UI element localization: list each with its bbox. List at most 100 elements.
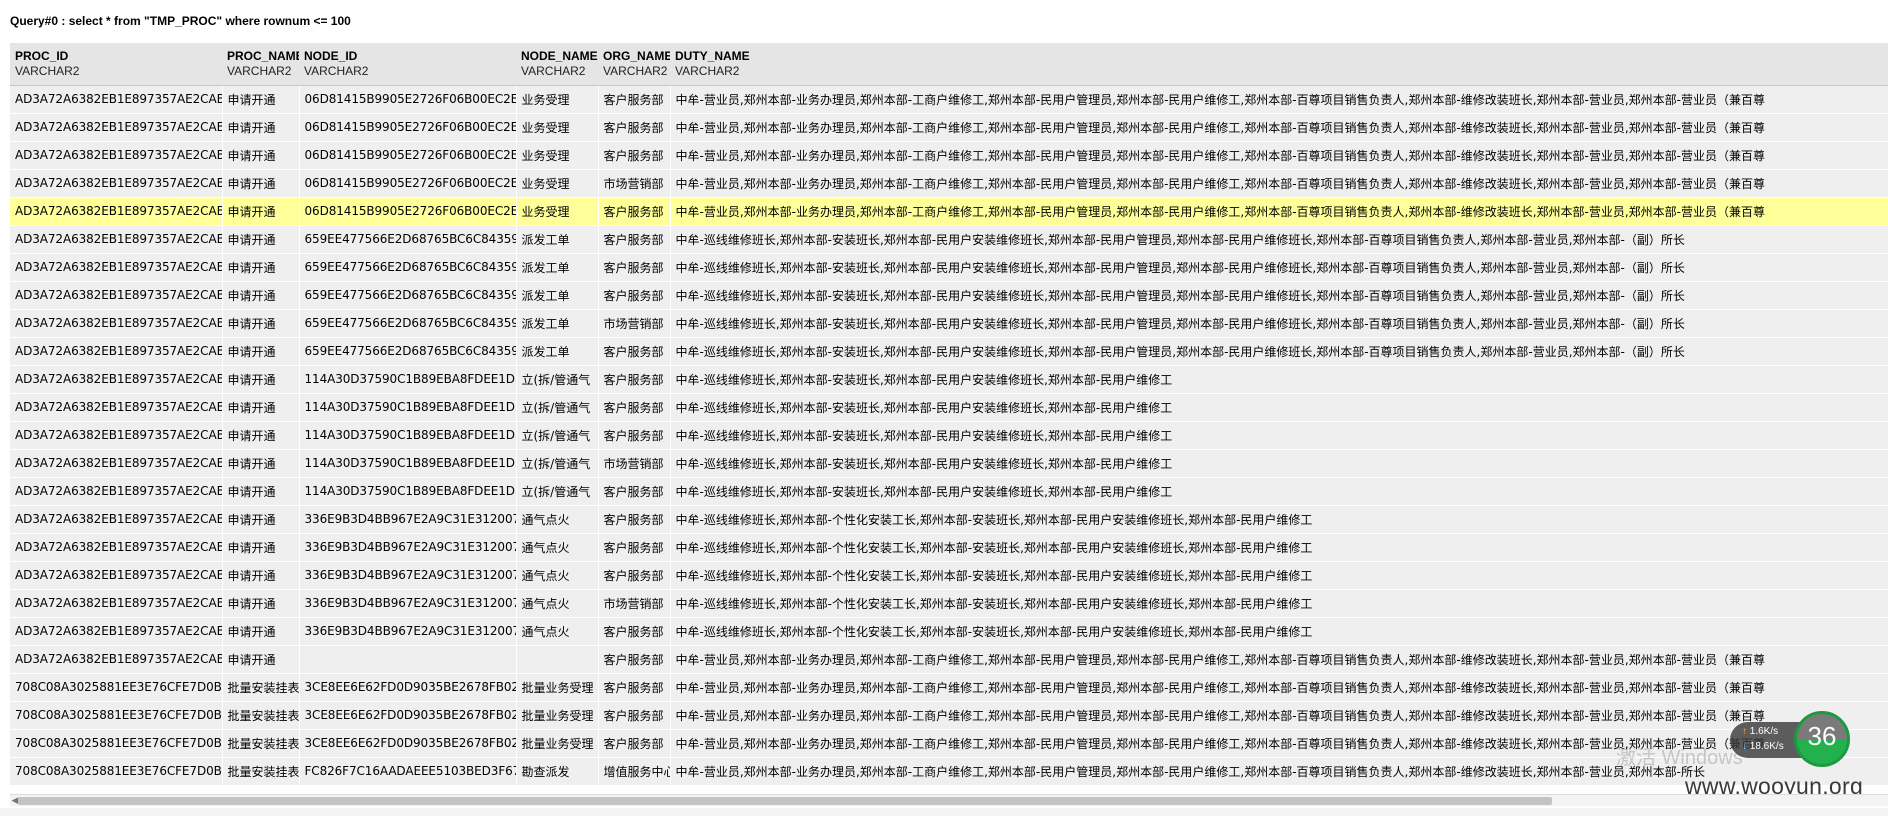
cell-node-name[interactable]: 批量业务受理 [516, 701, 599, 730]
cell-node-name[interactable]: 通气点火 [516, 533, 599, 562]
cell-proc-id[interactable]: AD3A72A6382EB1E897357AE2CAB7021D [10, 365, 223, 394]
cell-node-name[interactable]: 通气点火 [516, 589, 599, 618]
cell-duty-name[interactable]: 中牟-巡线维修班长,郑州本部-安装班长,郑州本部-民用户安装维修班长,郑州本部-… [670, 365, 1888, 394]
cell-proc-id[interactable]: AD3A72A6382EB1E897357AE2CAB7021D [10, 197, 223, 226]
cell-proc-id[interactable]: AD3A72A6382EB1E897357AE2CAB7021D [10, 589, 223, 618]
cell-duty-name[interactable]: 中牟-巡线维修班长,郑州本部-个性化安装工长,郑州本部-安装班长,郑州本部-民用… [670, 589, 1888, 618]
table-row[interactable]: AD3A72A6382EB1E897357AE2CAB7021D申请开通06D8… [10, 113, 1888, 142]
cell-node-id[interactable]: 114A30D37590C1B89EBA8FDEE1D5E3EB [299, 365, 517, 394]
cell-duty-name[interactable]: 中牟-巡线维修班长,郑州本部-安装班长,郑州本部-民用户安装维修班长,郑州本部-… [670, 309, 1888, 338]
cell-proc-name[interactable]: 申请开通 [222, 421, 300, 450]
table-row[interactable]: AD3A72A6382EB1E897357AE2CAB7021D申请开通336E… [10, 617, 1888, 646]
cell-org-name[interactable]: 增值服务中心 [598, 757, 671, 786]
cell-proc-name[interactable]: 申请开通 [222, 337, 300, 366]
cell-proc-name[interactable]: 申请开通 [222, 617, 300, 646]
cell-duty-name[interactable]: 中牟-巡线维修班长,郑州本部-安装班长,郑州本部-民用户安装维修班长,郑州本部-… [670, 253, 1888, 282]
cell-node-name[interactable]: 派发工单 [516, 337, 599, 366]
cell-duty-name[interactable]: 中牟-营业员,郑州本部-业务办理员,郑州本部-工商户维修工,郑州本部-民用户管理… [670, 701, 1888, 730]
table-row[interactable]: AD3A72A6382EB1E897357AE2CAB7021D申请开通114A… [10, 393, 1888, 422]
cell-node-id[interactable]: 336E9B3D4BB967E2A9C31E312007857C [299, 617, 517, 646]
cell-duty-name[interactable]: 中牟-巡线维修班长,郑州本部-个性化安装工长,郑州本部-安装班长,郑州本部-民用… [670, 533, 1888, 562]
cell-org-name[interactable]: 市场营销部 [598, 309, 671, 338]
cell-node-id[interactable]: 114A30D37590C1B89EBA8FDEE1D5E3EB [299, 449, 517, 478]
cell-node-id[interactable]: 06D81415B9905E2726F06B00EC2ED33D [299, 141, 517, 170]
cell-proc-id[interactable]: 708C08A3025881EE3E76CFE7D0BBE23A [10, 673, 223, 702]
horizontal-scrollbar[interactable]: ◀ [10, 794, 1888, 806]
cell-proc-name[interactable]: 申请开通 [222, 365, 300, 394]
cell-duty-name[interactable]: 中牟-营业员,郑州本部-业务办理员,郑州本部-工商户维修工,郑州本部-民用户管理… [670, 645, 1888, 674]
cell-node-id[interactable]: 336E9B3D4BB967E2A9C31E312007857C [299, 589, 517, 618]
cell-org-name[interactable]: 客户服务部 [598, 393, 671, 422]
cell-proc-id[interactable]: AD3A72A6382EB1E897357AE2CAB7021D [10, 449, 223, 478]
cell-proc-name[interactable]: 申请开通 [222, 281, 300, 310]
cell-duty-name[interactable]: 中牟-巡线维修班长,郑州本部-安装班长,郑州本部-民用户安装维修班长,郑州本部-… [670, 393, 1888, 422]
cell-org-name[interactable]: 客户服务部 [598, 337, 671, 366]
cell-proc-id[interactable]: AD3A72A6382EB1E897357AE2CAB7021D [10, 141, 223, 170]
cell-node-id[interactable]: 06D81415B9905E2726F06B00EC2ED33D [299, 113, 517, 142]
cell-node-name[interactable]: 立(拆/管通气 [516, 365, 599, 394]
cell-proc-id[interactable]: AD3A72A6382EB1E897357AE2CAB7021D [10, 281, 223, 310]
cell-proc-name[interactable]: 申请开通 [222, 449, 300, 478]
cell-duty-name[interactable]: 中牟-营业员,郑州本部-业务办理员,郑州本部-工商户维修工,郑州本部-民用户管理… [670, 141, 1888, 170]
cell-org-name[interactable]: 客户服务部 [598, 645, 671, 674]
network-speed-widget[interactable]: ↑ 1.6K/s ↓ 18.6K/s 36 [1730, 711, 1850, 767]
cell-proc-id[interactable]: 708C08A3025881EE3E76CFE7D0BBE23A [10, 729, 223, 758]
cell-org-name[interactable]: 客户服务部 [598, 197, 671, 226]
table-row[interactable]: 708C08A3025881EE3E76CFE7D0BBE23A批量安装挂表3C… [10, 729, 1888, 758]
cell-node-name[interactable]: 派发工单 [516, 281, 599, 310]
cell-proc-id[interactable]: AD3A72A6382EB1E897357AE2CAB7021D [10, 393, 223, 422]
table-row[interactable]: 708C08A3025881EE3E76CFE7D0BBE23A批量安装挂表3C… [10, 673, 1888, 702]
table-row[interactable]: AD3A72A6382EB1E897357AE2CAB7021D申请开通659E… [10, 253, 1888, 282]
cell-node-id[interactable]: 06D81415B9905E2726F06B00EC2ED33D [299, 169, 517, 198]
cell-proc-name[interactable]: 批量安装挂表 [222, 757, 300, 786]
cell-org-name[interactable]: 客户服务部 [598, 113, 671, 142]
cell-duty-name[interactable]: 中牟-营业员,郑州本部-业务办理员,郑州本部-工商户维修工,郑州本部-民用户管理… [670, 673, 1888, 702]
cell-duty-name[interactable]: 中牟-巡线维修班长,郑州本部-安装班长,郑州本部-民用户安装维修班长,郑州本部-… [670, 449, 1888, 478]
cell-org-name[interactable]: 客户服务部 [598, 365, 671, 394]
cell-node-id[interactable]: 114A30D37590C1B89EBA8FDEE1D5E3EB [299, 393, 517, 422]
cell-duty-name[interactable]: 中牟-巡线维修班长,郑州本部-安装班长,郑州本部-民用户安装维修班长,郑州本部-… [670, 477, 1888, 506]
column-header-proc-id[interactable]: PROC_ID VARCHAR2 [10, 43, 222, 86]
cell-org-name[interactable]: 客户服务部 [598, 85, 671, 114]
cell-proc-id[interactable]: AD3A72A6382EB1E897357AE2CAB7021D [10, 645, 223, 674]
cell-proc-name[interactable]: 申请开通 [222, 113, 300, 142]
cell-proc-name[interactable]: 申请开通 [222, 505, 300, 534]
cell-node-name[interactable]: 通气点火 [516, 617, 599, 646]
cell-proc-id[interactable]: AD3A72A6382EB1E897357AE2CAB7021D [10, 309, 223, 338]
cell-node-name[interactable]: 派发工单 [516, 225, 599, 254]
cell-node-name[interactable]: 立(拆/管通气 [516, 477, 599, 506]
cell-node-name[interactable]: 业务受理 [516, 85, 599, 114]
column-header-org-name[interactable]: ORG_NAME VARCHAR2 [598, 43, 670, 86]
column-header-proc-name[interactable]: PROC_NAME VARCHAR2 [222, 43, 299, 86]
table-row[interactable]: AD3A72A6382EB1E897357AE2CAB7021D申请开通336E… [10, 505, 1888, 534]
table-row[interactable]: 708C08A3025881EE3E76CFE7D0BBE23A批量安装挂表FC… [10, 757, 1888, 786]
cell-node-id[interactable]: FC826F7C16AADAEEE5103BED3F67C15C [299, 757, 517, 786]
cell-node-id[interactable]: 3CE8EE6E62FD0D9035BE2678FB02FC0E [299, 729, 517, 758]
table-row[interactable]: AD3A72A6382EB1E897357AE2CAB7021D申请开通336E… [10, 561, 1888, 590]
cell-node-id[interactable] [299, 645, 517, 674]
cell-proc-name[interactable]: 批量安装挂表 [222, 673, 300, 702]
cell-node-name[interactable]: 勘查派发 [516, 757, 599, 786]
cell-proc-id[interactable]: AD3A72A6382EB1E897357AE2CAB7021D [10, 533, 223, 562]
table-row[interactable]: AD3A72A6382EB1E897357AE2CAB7021D申请开通 客户服务… [10, 645, 1888, 674]
cell-node-name[interactable]: 业务受理 [516, 113, 599, 142]
cell-duty-name[interactable]: 中牟-营业员,郑州本部-业务办理员,郑州本部-工商户维修工,郑州本部-民用户管理… [670, 197, 1888, 226]
cell-proc-name[interactable]: 批量安装挂表 [222, 729, 300, 758]
cell-node-name[interactable]: 立(拆/管通气 [516, 393, 599, 422]
table-row[interactable]: AD3A72A6382EB1E897357AE2CAB7021D申请开通06D8… [10, 141, 1888, 170]
cell-org-name[interactable]: 客户服务部 [598, 477, 671, 506]
cell-proc-name[interactable]: 申请开通 [222, 589, 300, 618]
cell-node-name[interactable]: 业务受理 [516, 169, 599, 198]
cell-node-id[interactable]: 114A30D37590C1B89EBA8FDEE1D5E3EB [299, 421, 517, 450]
cell-proc-name[interactable]: 批量安装挂表 [222, 701, 300, 730]
cell-node-id[interactable]: 336E9B3D4BB967E2A9C31E312007857C [299, 561, 517, 590]
cell-duty-name[interactable]: 中牟-营业员,郑州本部-业务办理员,郑州本部-工商户维修工,郑州本部-民用户管理… [670, 169, 1888, 198]
cell-duty-name[interactable]: 中牟-巡线维修班长,郑州本部-个性化安装工长,郑州本部-安装班长,郑州本部-民用… [670, 505, 1888, 534]
cell-duty-name[interactable]: 中牟-巡线维修班长,郑州本部-个性化安装工长,郑州本部-安装班长,郑州本部-民用… [670, 561, 1888, 590]
cell-proc-name[interactable]: 申请开通 [222, 533, 300, 562]
cell-org-name[interactable]: 客户服务部 [598, 225, 671, 254]
cell-proc-name[interactable]: 申请开通 [222, 561, 300, 590]
scrollbar-thumb[interactable] [18, 797, 1552, 805]
cell-proc-id[interactable]: AD3A72A6382EB1E897357AE2CAB7021D [10, 113, 223, 142]
cell-proc-name[interactable]: 申请开通 [222, 393, 300, 422]
